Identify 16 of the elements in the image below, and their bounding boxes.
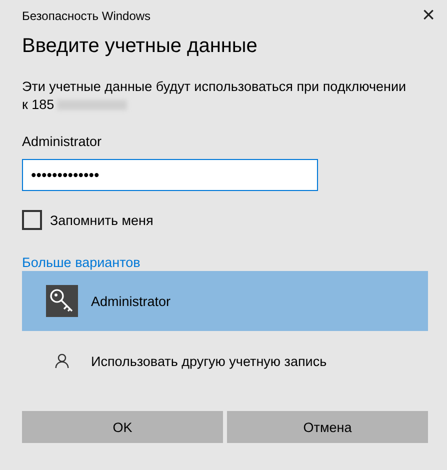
account-option[interactable]: Administrator [22, 271, 428, 331]
close-button[interactable]: × [422, 4, 435, 26]
dialog-heading: Введите учетные данные [22, 35, 258, 58]
dialog-button[interactable]: Отмена [227, 411, 428, 443]
dialog-button[interactable]: OK [22, 411, 223, 443]
window-title: Безопасность Windows [22, 9, 151, 23]
key-icon [46, 285, 78, 317]
person-icon [55, 353, 69, 369]
checkbox-label[interactable]: Запомнить меня [50, 212, 154, 228]
description-text: Эти учетные данные будут использоваться при подключении [22, 78, 408, 96]
username-label: Administrator [22, 134, 103, 149]
description-text: к 185 [22, 96, 54, 114]
password-field[interactable]: ••••••••••••• [22, 159, 318, 191]
account-option[interactable]: Использовать другую учетную запись [22, 331, 428, 391]
more-options-link[interactable]: Больше вариантов [22, 254, 428, 271]
checkbox[interactable] [22, 210, 42, 230]
